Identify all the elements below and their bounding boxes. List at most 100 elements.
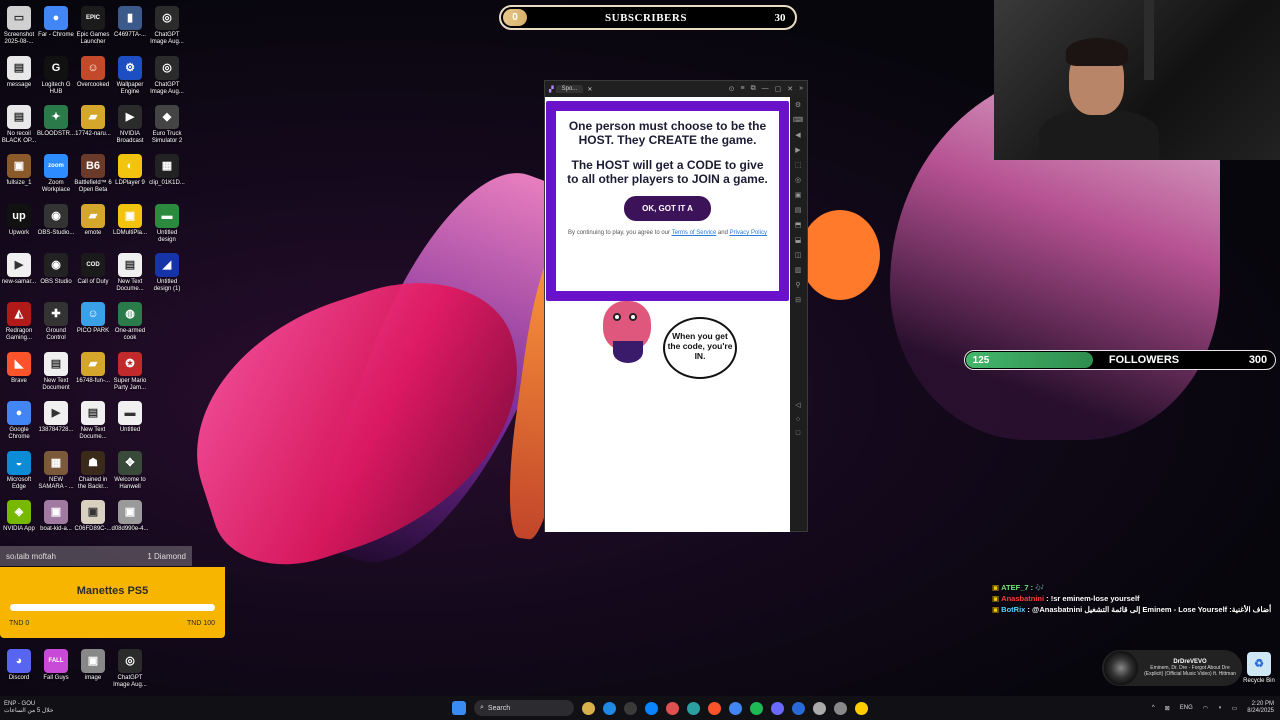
- desktop-icon[interactable]: EPIC Epic Games Launcher: [74, 4, 112, 46]
- desktop-icon[interactable]: ✦ BLOODSTR...: [37, 103, 75, 138]
- desktop-icon[interactable]: ◒ Microsoft Edge: [0, 449, 38, 491]
- taskbar-app-icon[interactable]: [645, 701, 658, 715]
- taskbar-app-icon[interactable]: [792, 701, 805, 715]
- emulator-window[interactable]: ▞ Spo... ✕ ⊙ ≡ ⧉ — ▢ ✕ » ⚙ ⌨ ◀ ▶ ⬚ ◎ ▣ ▤ ⬒ ⬓ ◫ ▥ ⚲ ⊟ ◁ ○ □ One…: [544, 80, 808, 532]
- desktop-icon[interactable]: ◎ ChatGPT Image Aug...: [148, 4, 186, 46]
- desktop-icon[interactable]: ◉ OBS-Studio...: [37, 202, 75, 237]
- desktop-icon[interactable]: ▦ NEW SAMARA - ...: [37, 449, 75, 491]
- taskbar-app-icon[interactable]: [750, 701, 763, 715]
- side-tool-icon[interactable]: ⌨: [793, 116, 803, 124]
- desktop-icon[interactable]: ◢ Untitled design (1): [148, 251, 186, 293]
- lang-indicator[interactable]: ENG: [1180, 705, 1193, 711]
- side-tool-icon[interactable]: ⊟: [795, 296, 801, 304]
- desktop-icon[interactable]: ✪ Super Mario Party Jam...: [111, 350, 149, 392]
- window-control-icon[interactable]: ✕: [787, 85, 793, 93]
- taskbar-app-icon[interactable]: [771, 701, 784, 715]
- taskbar-app-icon[interactable]: [813, 701, 826, 715]
- desktop-icon[interactable]: ▤ New Text Docume...: [111, 251, 149, 293]
- desktop-icon[interactable]: ● Google Chrome: [0, 399, 38, 441]
- taskbar-weather[interactable]: ENP - GOU خلال 5 من الساعات: [0, 701, 200, 715]
- desktop-icon[interactable]: ▮ C4697TA-...: [111, 4, 149, 39]
- side-tool-icon[interactable]: ○: [796, 416, 800, 423]
- desktop-icon[interactable]: ▰ 16748-fun-...: [74, 350, 112, 385]
- volume-icon[interactable]: ◖: [1218, 705, 1222, 711]
- desktop-icon-recycle-bin[interactable]: ♻ Recycle Bin: [1240, 650, 1278, 685]
- taskbar-app-icon[interactable]: [603, 701, 616, 715]
- desktop-icon[interactable]: ◎ ChatGPT Image Aug...: [111, 647, 149, 689]
- side-tool-icon[interactable]: ⬒: [795, 221, 802, 229]
- desktop-icon[interactable]: ◭ Redragon Gaming...: [0, 300, 38, 342]
- side-tool-icon[interactable]: ▣: [795, 191, 802, 199]
- side-tool-icon[interactable]: ⬓: [795, 236, 802, 244]
- game-screen[interactable]: One person must choose to be the HOST. T…: [545, 97, 790, 532]
- desktop-icon[interactable]: ✥ Welcome to Hanwell: [111, 449, 149, 491]
- taskbar-app-icon[interactable]: [624, 701, 637, 715]
- window-control-icon[interactable]: ▢: [775, 85, 782, 93]
- side-tool-icon[interactable]: ⚲: [795, 281, 800, 289]
- privacy-link[interactable]: Privacy Policy: [730, 230, 767, 236]
- desktop-icon[interactable]: ▤ No recoil BLACK OP...: [0, 103, 38, 145]
- desktop-icon[interactable]: ▣ fullsize_1: [0, 152, 38, 187]
- desktop-icon[interactable]: ▦ clip_01K1D...: [148, 152, 186, 187]
- side-tool-icon[interactable]: ◫: [795, 251, 802, 259]
- side-tool-icon[interactable]: ◀: [795, 131, 800, 139]
- desktop-icon[interactable]: ▣ boat-kid-a...: [37, 498, 75, 533]
- ok-got-it-button[interactable]: OK, GOT IT A: [624, 196, 711, 221]
- taskbar-app-icon[interactable]: [855, 701, 868, 715]
- taskbar-app-icon[interactable]: [687, 701, 700, 715]
- tab-close-icon[interactable]: ✕: [587, 86, 592, 93]
- window-control-icon[interactable]: —: [762, 85, 769, 93]
- side-tool-icon[interactable]: ◎: [795, 176, 801, 184]
- desktop-icon[interactable]: ▶ 138784728...: [37, 399, 75, 434]
- desktop-icon[interactable]: ▣ LDMultiPla...: [111, 202, 149, 237]
- desktop-icon[interactable]: ▣ C06FD89C-...: [74, 498, 112, 533]
- desktop-icon[interactable]: ▶ NVIDIA Broadcast: [111, 103, 149, 145]
- desktop-icon[interactable]: ▰ 17742-naru...: [74, 103, 112, 138]
- desktop-icon[interactable]: ▬ Untitled design: [148, 202, 186, 244]
- side-tool-icon[interactable]: ◁: [795, 401, 800, 409]
- desktop-icon[interactable]: ▭ Screenshot 2025-08-...: [0, 4, 38, 46]
- desktop-icon[interactable]: ▬ Untitled: [111, 399, 149, 434]
- taskbar-app-icon[interactable]: [582, 701, 595, 715]
- desktop-icon[interactable]: ◆ Euro Truck Simulator 2: [148, 103, 186, 145]
- desktop-icon[interactable]: ▣ d08d990e-4...: [111, 498, 149, 533]
- window-control-icon[interactable]: ⧉: [751, 85, 756, 93]
- desktop-icon[interactable]: ▣ image: [74, 647, 112, 682]
- desktop-icon[interactable]: G Logitech G HUB: [37, 54, 75, 96]
- desktop-icon[interactable]: ▤ New Text Document: [37, 350, 75, 392]
- desktop-icon[interactable]: ◕ Discord: [0, 647, 38, 682]
- desktop-icon[interactable]: zoom Zoom Workplace: [37, 152, 75, 194]
- desktop-icon[interactable]: ◈ NVIDIA App: [0, 498, 38, 533]
- start-windows-icon[interactable]: [452, 701, 466, 715]
- desktop-icon[interactable]: ☺ Overcooked: [74, 54, 112, 89]
- window-control-icon[interactable]: ≡: [741, 85, 745, 93]
- desktop-icon[interactable]: ▤ New Text Docume...: [74, 399, 112, 441]
- desktop-icon[interactable]: ◍ One-armed cook: [111, 300, 149, 342]
- desktop-icon[interactable]: ◎ ChatGPT Image Aug...: [148, 54, 186, 96]
- desktop-icon[interactable]: ☗ Chained in the Backr...: [74, 449, 112, 491]
- desktop-icon[interactable]: ◐ LDPlayer 9: [111, 152, 149, 187]
- desktop-icon[interactable]: ● Far - Chrome: [37, 4, 75, 39]
- notification-icon[interactable]: ⊠: [1165, 705, 1170, 712]
- side-tool-icon[interactable]: ⚙: [795, 101, 801, 109]
- taskbar-clock[interactable]: 2:20 PM 8/24/2025: [1247, 701, 1274, 715]
- side-tool-icon[interactable]: ⬚: [795, 161, 802, 169]
- taskbar-app-icon[interactable]: [708, 701, 721, 715]
- desktop-icon[interactable]: ▤ message: [0, 54, 38, 89]
- desktop-icon[interactable]: ▰ emote: [74, 202, 112, 237]
- window-tab[interactable]: Spo...: [555, 85, 584, 93]
- desktop-icon[interactable]: ▶ new-samar...: [0, 251, 38, 286]
- terms-link[interactable]: Terms of Service: [672, 230, 717, 236]
- desktop-icon[interactable]: up Upwork: [0, 202, 38, 237]
- wifi-icon[interactable]: ◠: [1203, 705, 1208, 712]
- desktop-icon[interactable]: ⚙ Wallpaper Engine: [111, 54, 149, 96]
- desktop-icon[interactable]: FALL Fall Guys: [37, 647, 75, 682]
- taskbar-app-icon[interactable]: [666, 701, 679, 715]
- desktop-icon[interactable]: COD Call of Duty: [74, 251, 112, 286]
- taskbar-search[interactable]: ⌕ Search: [474, 700, 574, 716]
- window-control-icon[interactable]: »: [799, 85, 803, 93]
- window-control-icon[interactable]: ⊙: [729, 85, 735, 93]
- taskbar-app-icon[interactable]: [729, 701, 742, 715]
- battery-icon[interactable]: ▭: [1232, 705, 1238, 712]
- window-titlebar[interactable]: ▞ Spo... ✕ ⊙ ≡ ⧉ — ▢ ✕ »: [545, 81, 807, 97]
